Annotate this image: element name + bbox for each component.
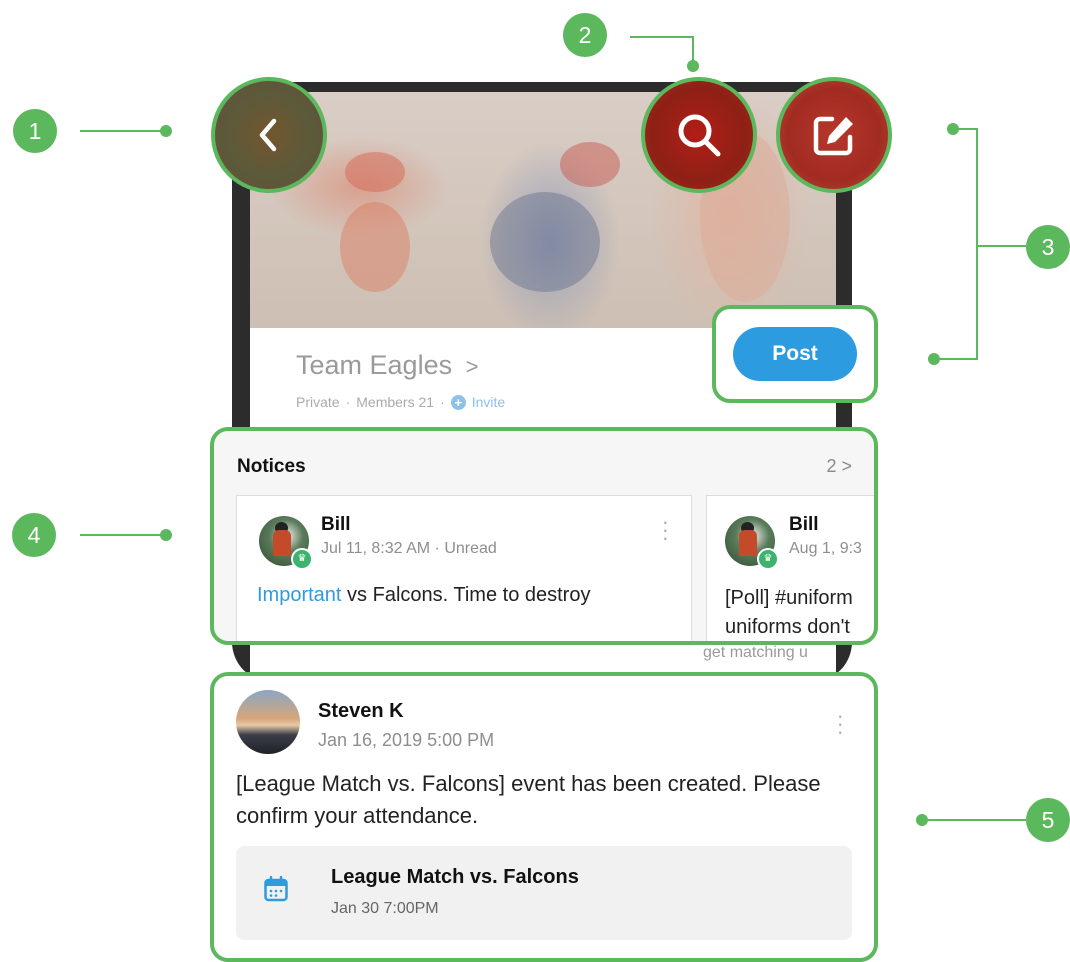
callout-dot	[687, 60, 699, 72]
notice-author: Bill	[321, 514, 351, 535]
post-author: Steven K	[318, 700, 404, 722]
crown-icon: ♛	[757, 548, 779, 570]
post-timestamp: Jan 16, 2019 5:00 PM	[318, 730, 495, 750]
members-count: Members 21	[356, 394, 435, 410]
callout-line	[630, 36, 694, 38]
avatar: ♛	[725, 516, 779, 570]
cover-figure	[345, 152, 405, 192]
callout-dot	[160, 529, 172, 541]
search-button[interactable]	[641, 77, 757, 193]
team-meta: Private · Members 21 · + Invite	[296, 394, 505, 410]
feed-post: Steven K Jan 16, 2019 5:00 PM · · · [Leagu…	[210, 672, 878, 962]
avatar-figure	[739, 530, 757, 556]
callout-line	[952, 128, 978, 130]
chevron-right-icon: >	[465, 354, 479, 379]
notice-card[interactable]: ♛ Bill Jul 11, 8:32 AM · Unread · · · Impo…	[236, 495, 692, 641]
back-button[interactable]	[211, 77, 327, 193]
notice-author: Bill	[789, 514, 819, 535]
notice-preview-faded: get matching u	[703, 644, 808, 661]
post-text: [League Match vs. Falcons] event has bee…	[236, 771, 821, 828]
notice-meta: Jul 11, 8:32 AM · Unread	[321, 540, 497, 557]
invite-link[interactable]: Invite	[472, 394, 505, 410]
notice-body: [Poll] #uniform uniforms don't	[725, 587, 853, 638]
notice-body: vs Falcons. Time to destroy	[341, 584, 591, 606]
event-date: Jan 30 7:00PM	[331, 900, 439, 917]
cover-figure	[340, 202, 410, 292]
callout-line	[934, 358, 978, 360]
callout-marker-1: 1	[13, 109, 57, 153]
callout-dot	[160, 125, 172, 137]
write-button[interactable]	[776, 77, 892, 193]
cover-figure	[490, 192, 600, 292]
privacy-label: Private	[296, 394, 340, 410]
callout-line	[922, 819, 1026, 821]
callout-line	[80, 130, 166, 132]
notice-meta: Aug 1, 9:3	[789, 540, 862, 557]
edit-icon	[813, 116, 853, 156]
separator: ·	[440, 394, 445, 410]
avatar-figure	[273, 530, 291, 556]
more-options-icon[interactable]: · · ·	[837, 705, 844, 743]
team-name: Team Eagles	[296, 350, 453, 380]
avatar: ♛	[259, 516, 313, 570]
notices-count-link[interactable]: 2 >	[826, 456, 852, 477]
notices-section: Notices 2 > ♛ Bill Jul 11, 8:32 AM · Unr…	[210, 427, 878, 645]
separator: ·	[345, 394, 351, 410]
callout-line	[976, 128, 978, 360]
callout-marker-4: 4	[12, 513, 56, 557]
search-icon	[678, 114, 721, 157]
callout-dot	[928, 353, 940, 365]
plus-icon[interactable]: +	[450, 394, 466, 410]
post-callout-box: Post	[712, 305, 878, 403]
team-name-link[interactable]: Team Eagles >	[296, 350, 478, 381]
notice-text: Important vs Falcons. Time to destroy	[257, 584, 590, 607]
callout-marker-2: 2	[563, 13, 607, 57]
cover-figure	[560, 142, 620, 187]
callout-marker-3: 3	[1026, 225, 1070, 269]
important-tag: Important	[257, 584, 342, 606]
crown-icon: ♛	[291, 548, 313, 570]
more-options-icon[interactable]: · · ·	[662, 511, 669, 549]
post-button[interactable]: Post	[733, 327, 857, 381]
event-title: League Match vs. Falcons	[331, 866, 579, 888]
chevron-left-icon	[259, 118, 277, 152]
calendar-icon	[264, 876, 288, 902]
author-avatar[interactable]	[236, 690, 300, 754]
callout-marker-5: 5	[1026, 798, 1070, 842]
notice-card[interactable]: ♛ Bill Aug 1, 9:3 [Poll] #uniform unifor…	[706, 495, 874, 641]
callout-line	[976, 245, 1026, 247]
notices-title: Notices	[237, 456, 306, 477]
event-card[interactable]: League Match vs. Falcons Jan 30 7:00PM	[236, 846, 852, 940]
callout-line	[80, 534, 166, 536]
